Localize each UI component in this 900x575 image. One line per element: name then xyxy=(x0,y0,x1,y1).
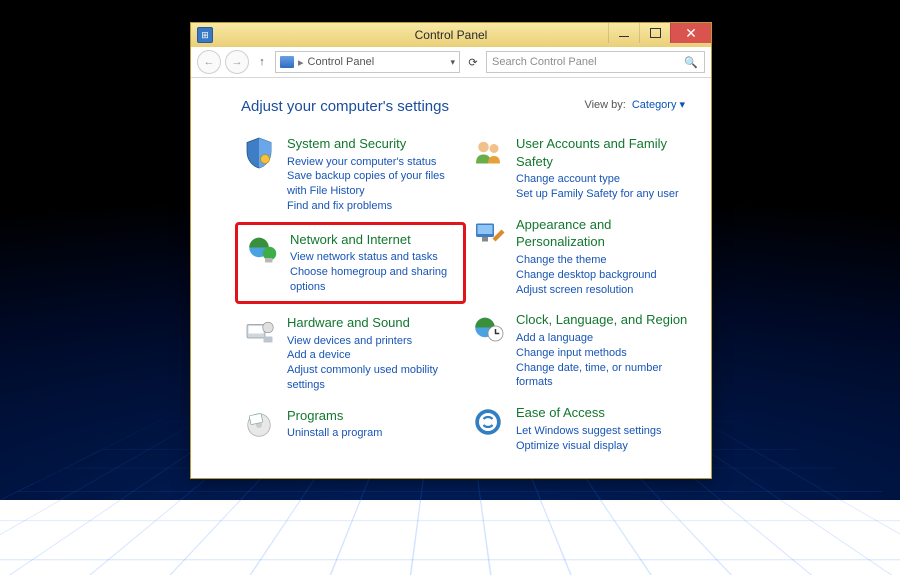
hardware-sound-icon[interactable] xyxy=(241,314,277,350)
address-bar[interactable]: ▸ Control Panel ▾ xyxy=(275,51,460,73)
category-programs: ProgramsUninstall a program xyxy=(241,407,460,443)
programs-icon[interactable] xyxy=(241,407,277,443)
category-hardware-and-sound: Hardware and Sound View devices and print… xyxy=(241,314,460,393)
user-accounts-icon[interactable] xyxy=(470,135,506,171)
category-title[interactable]: System and Security xyxy=(287,135,460,153)
refresh-button[interactable]: ⟳ xyxy=(464,56,482,69)
appearance-icon[interactable] xyxy=(470,216,506,252)
category-ease-of-access: Ease of Access Let Windows suggest settin… xyxy=(470,404,689,453)
close-button[interactable]: ✕ xyxy=(670,23,711,43)
category-link[interactable]: Change account type xyxy=(516,172,689,187)
view-by-value[interactable]: Category ▾ xyxy=(632,98,685,111)
back-button[interactable]: ← xyxy=(197,50,221,74)
category-link[interactable]: Add a language xyxy=(516,331,689,346)
category-link[interactable]: Save backup copies of your files with Fi… xyxy=(287,169,460,199)
chevron-down-icon: ▾ xyxy=(679,98,685,111)
category-title[interactable]: Hardware and Sound xyxy=(287,314,460,332)
category-link[interactable]: Find and fix problems xyxy=(287,199,460,214)
category-link[interactable]: Change date, time, or number formats xyxy=(516,361,689,391)
control-panel-window: ⊞ Control Panel ✕ ← → ↑ ▸ Control Panel … xyxy=(190,22,712,479)
up-button[interactable]: ↑ xyxy=(253,56,271,68)
category-title[interactable]: Programs xyxy=(287,407,382,425)
category-system-and-security: System and Security Review your computer'… xyxy=(241,135,460,214)
breadcrumb-sep-icon: ▸ xyxy=(298,56,304,69)
category-link[interactable]: Add a device xyxy=(287,348,460,363)
category-title[interactable]: Network and Internet xyxy=(290,231,457,249)
content-area: Adjust your computer's settings View by:… xyxy=(191,78,711,478)
forward-button[interactable]: → xyxy=(225,50,249,74)
category-link[interactable]: View network status and tasks xyxy=(290,250,457,265)
ease-access-icon[interactable] xyxy=(470,404,506,440)
category-clock-language-region: Clock, Language, and Region Add a languag… xyxy=(470,311,689,390)
control-panel-icon xyxy=(280,56,294,68)
category-network-and-internet: Network and InternetView network status … xyxy=(235,222,466,304)
category-link[interactable]: Change the theme xyxy=(516,253,689,268)
view-by-label: View by: xyxy=(584,99,625,111)
system-security-icon[interactable] xyxy=(241,135,277,171)
search-placeholder: Search Control Panel xyxy=(492,56,597,68)
category-title[interactable]: Clock, Language, and Region xyxy=(516,311,689,329)
category-link[interactable]: Change desktop background xyxy=(516,268,689,283)
category-link[interactable]: Uninstall a program xyxy=(287,426,382,441)
category-link[interactable]: Set up Family Safety for any user xyxy=(516,187,689,202)
category-title[interactable]: Appearance and Personalization xyxy=(516,216,689,251)
category-appearance-personalization: Appearance and Personalization Change the… xyxy=(470,216,689,298)
breadcrumb-label[interactable]: Control Panel xyxy=(308,56,375,68)
search-input[interactable]: Search Control Panel 🔍 xyxy=(486,51,705,73)
category-link[interactable]: Choose homegroup and sharing options xyxy=(290,265,457,295)
category-link[interactable]: Adjust commonly used mobility settings xyxy=(287,363,460,393)
clock-region-icon[interactable] xyxy=(470,311,506,347)
category-user-accounts: User Accounts and Family Safety Change ac… xyxy=(470,135,689,202)
category-title[interactable]: User Accounts and Family Safety xyxy=(516,135,689,170)
category-link[interactable]: Change input methods xyxy=(516,346,689,361)
system-icon[interactable]: ⊞ xyxy=(197,27,213,43)
maximize-button[interactable] xyxy=(639,23,670,43)
category-link[interactable]: Optimize visual display xyxy=(516,439,662,454)
category-title[interactable]: Ease of Access xyxy=(516,404,662,422)
titlebar[interactable]: ⊞ Control Panel ✕ xyxy=(191,23,711,47)
search-icon: 🔍 xyxy=(684,56,698,69)
category-link[interactable]: Review your computer's status xyxy=(287,155,460,170)
category-link[interactable]: Adjust screen resolution xyxy=(516,283,689,298)
category-link[interactable]: Let Windows suggest settings xyxy=(516,424,662,439)
category-link[interactable]: View devices and printers xyxy=(287,334,460,349)
minimize-button[interactable] xyxy=(608,23,639,43)
address-dropdown-icon[interactable]: ▾ xyxy=(450,57,455,68)
network-internet-icon[interactable] xyxy=(244,231,280,267)
view-by-control[interactable]: View by: Category ▾ xyxy=(584,98,685,111)
toolbar: ← → ↑ ▸ Control Panel ▾ ⟳ Search Control… xyxy=(191,47,711,78)
